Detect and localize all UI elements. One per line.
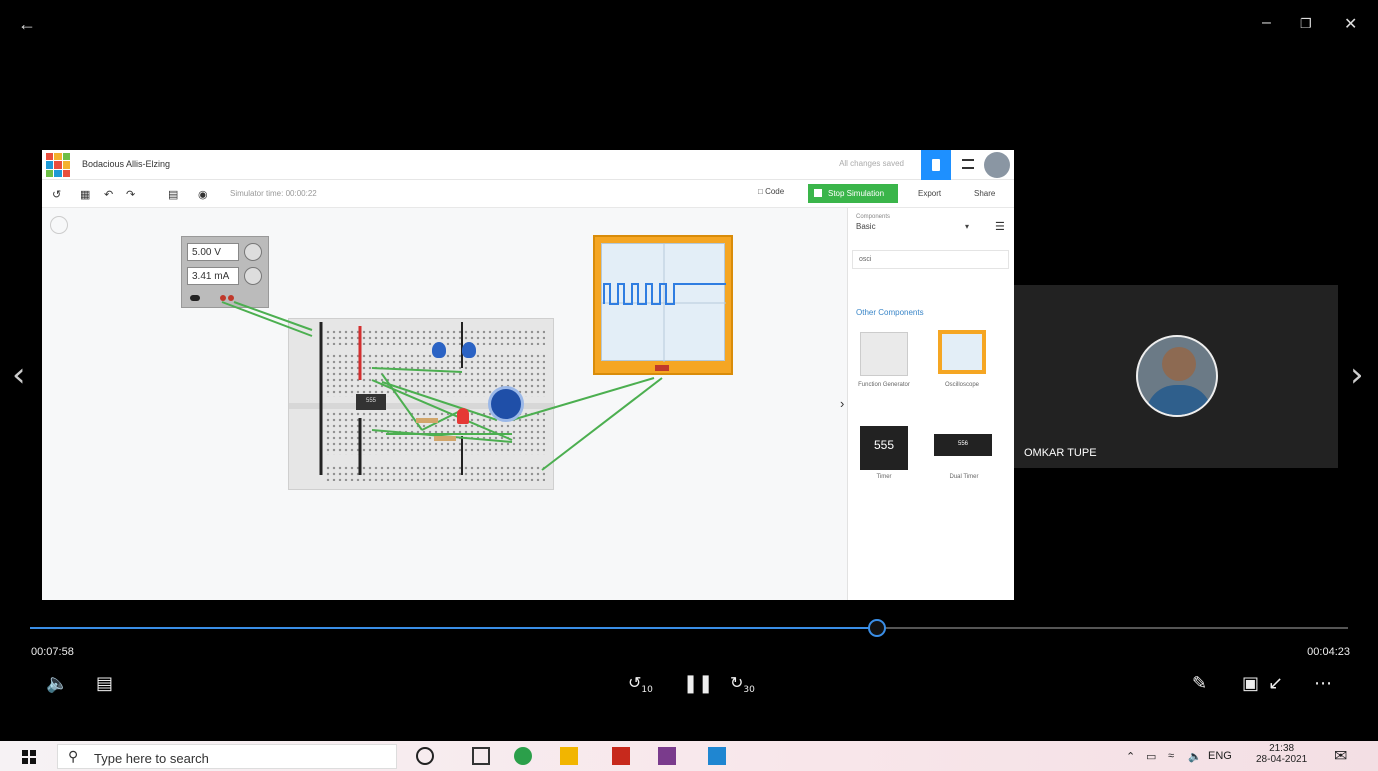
edit-icon[interactable]: ✎	[1192, 673, 1207, 694]
media-player-icon[interactable]	[708, 747, 726, 765]
skip-forward-button[interactable]: ↻30	[730, 673, 755, 695]
square-waveform	[602, 244, 726, 362]
components-panel: Components Basic ▾ ☰ osci Other Componen…	[847, 208, 1014, 600]
pause-button[interactable]: ❚❚	[683, 673, 713, 694]
back-arrow-icon[interactable]: ←	[18, 14, 36, 35]
video-player-window: ← – ❐ ✕ ‹ › Bodacious Allis-Elzing All c…	[0, 0, 1378, 771]
search-icon: ⚲	[68, 748, 79, 764]
windows-start-icon[interactable]	[22, 750, 36, 764]
taskbar: ⚲ Type here to search ⌃ ▭ ≈ 🔈 ENG 21:38 …	[0, 741, 1378, 771]
task-view-icon[interactable]	[472, 747, 490, 765]
components-select[interactable]: Basic	[856, 222, 876, 231]
exit-fullscreen-icon[interactable]: ↙	[1268, 673, 1283, 694]
potentiometer[interactable]	[488, 386, 524, 422]
elapsed-time: 00:07:58	[31, 646, 74, 658]
dual-timer-thumb[interactable]: 556	[934, 434, 992, 456]
oscilloscope-screen	[601, 243, 726, 362]
clock[interactable]: 21:38 28-04-2021	[1256, 743, 1307, 765]
shared-screen: Bodacious Allis-Elzing All changes saved…	[42, 150, 1014, 600]
list-icon[interactable]: ☰	[995, 220, 1005, 233]
other-components-heading: Other Components	[856, 308, 924, 317]
avatar	[1136, 335, 1218, 417]
oscilloscope-thumb[interactable]	[938, 330, 986, 374]
probe-terminals[interactable]	[655, 365, 669, 371]
minimize-icon[interactable]: –	[1262, 14, 1271, 32]
seek-thumb[interactable]	[868, 619, 887, 637]
battery-icon[interactable]: ▭	[1146, 750, 1156, 763]
function-generator-thumb[interactable]	[860, 332, 908, 376]
search-placeholder: Type here to search	[94, 751, 209, 766]
skip-back-label: 10	[641, 685, 653, 696]
chevron-right-icon[interactable]: ›	[1350, 355, 1364, 395]
participant-name: OMKAR TUPE	[1024, 447, 1097, 459]
volume-icon[interactable]: 🔈	[46, 673, 68, 694]
notifications-icon[interactable]: ✉	[1334, 746, 1347, 766]
clock-date: 28-04-2021	[1256, 754, 1308, 765]
resistor-2[interactable]	[434, 436, 456, 441]
captions-icon[interactable]: ▤	[96, 673, 113, 694]
language-indicator[interactable]: ENG	[1208, 750, 1232, 762]
capacitor-2[interactable]	[462, 342, 476, 358]
skip-forward-label: 30	[743, 685, 755, 696]
taskbar-search[interactable]: ⚲ Type here to search	[57, 744, 397, 769]
led[interactable]	[457, 408, 469, 424]
miniview-icon[interactable]: ▣	[1242, 673, 1259, 694]
timer-thumb[interactable]: 555	[860, 426, 908, 470]
tray-chevron-icon[interactable]: ⌃	[1126, 750, 1135, 763]
file-explorer-icon[interactable]	[560, 747, 578, 765]
resistor[interactable]	[416, 418, 438, 423]
component-name: Timer	[876, 474, 892, 480]
timer-chip[interactable]: 555	[356, 394, 386, 410]
components-label: Components	[856, 214, 891, 220]
speaker-icon[interactable]: 🔈	[1188, 750, 1202, 763]
capacitor[interactable]	[432, 342, 446, 358]
component-name: Function Generator	[858, 382, 910, 388]
remaining-time: 00:04:23	[1307, 646, 1350, 658]
seek-bar[interactable]	[30, 619, 1348, 637]
chrome-icon[interactable]	[514, 747, 532, 765]
chevron-left-icon[interactable]: ‹	[12, 355, 26, 395]
dropdown-icon[interactable]: ▾	[965, 222, 969, 231]
component-name: Oscilloscope	[944, 382, 979, 388]
cortana-icon[interactable]	[416, 747, 434, 765]
participant-tile: OMKAR TUPE	[1014, 285, 1338, 468]
skip-back-button[interactable]: ↺10	[628, 673, 653, 695]
chevron-right-icon[interactable]: ›	[840, 396, 844, 411]
network-icon[interactable]: ≈	[1168, 750, 1174, 762]
close-icon[interactable]: ✕	[1344, 14, 1357, 34]
oscilloscope[interactable]	[593, 235, 733, 375]
clock-time: 21:38	[1269, 743, 1295, 754]
seek-progress	[30, 627, 878, 629]
component-name: Dual Timer	[949, 474, 979, 480]
search-input[interactable]: osci	[852, 250, 1009, 269]
more-options-icon[interactable]: ⋯	[1314, 673, 1332, 694]
restore-icon[interactable]: ❐	[1300, 16, 1312, 32]
winrar-icon[interactable]	[658, 747, 676, 765]
acrobat-icon[interactable]	[612, 747, 630, 765]
